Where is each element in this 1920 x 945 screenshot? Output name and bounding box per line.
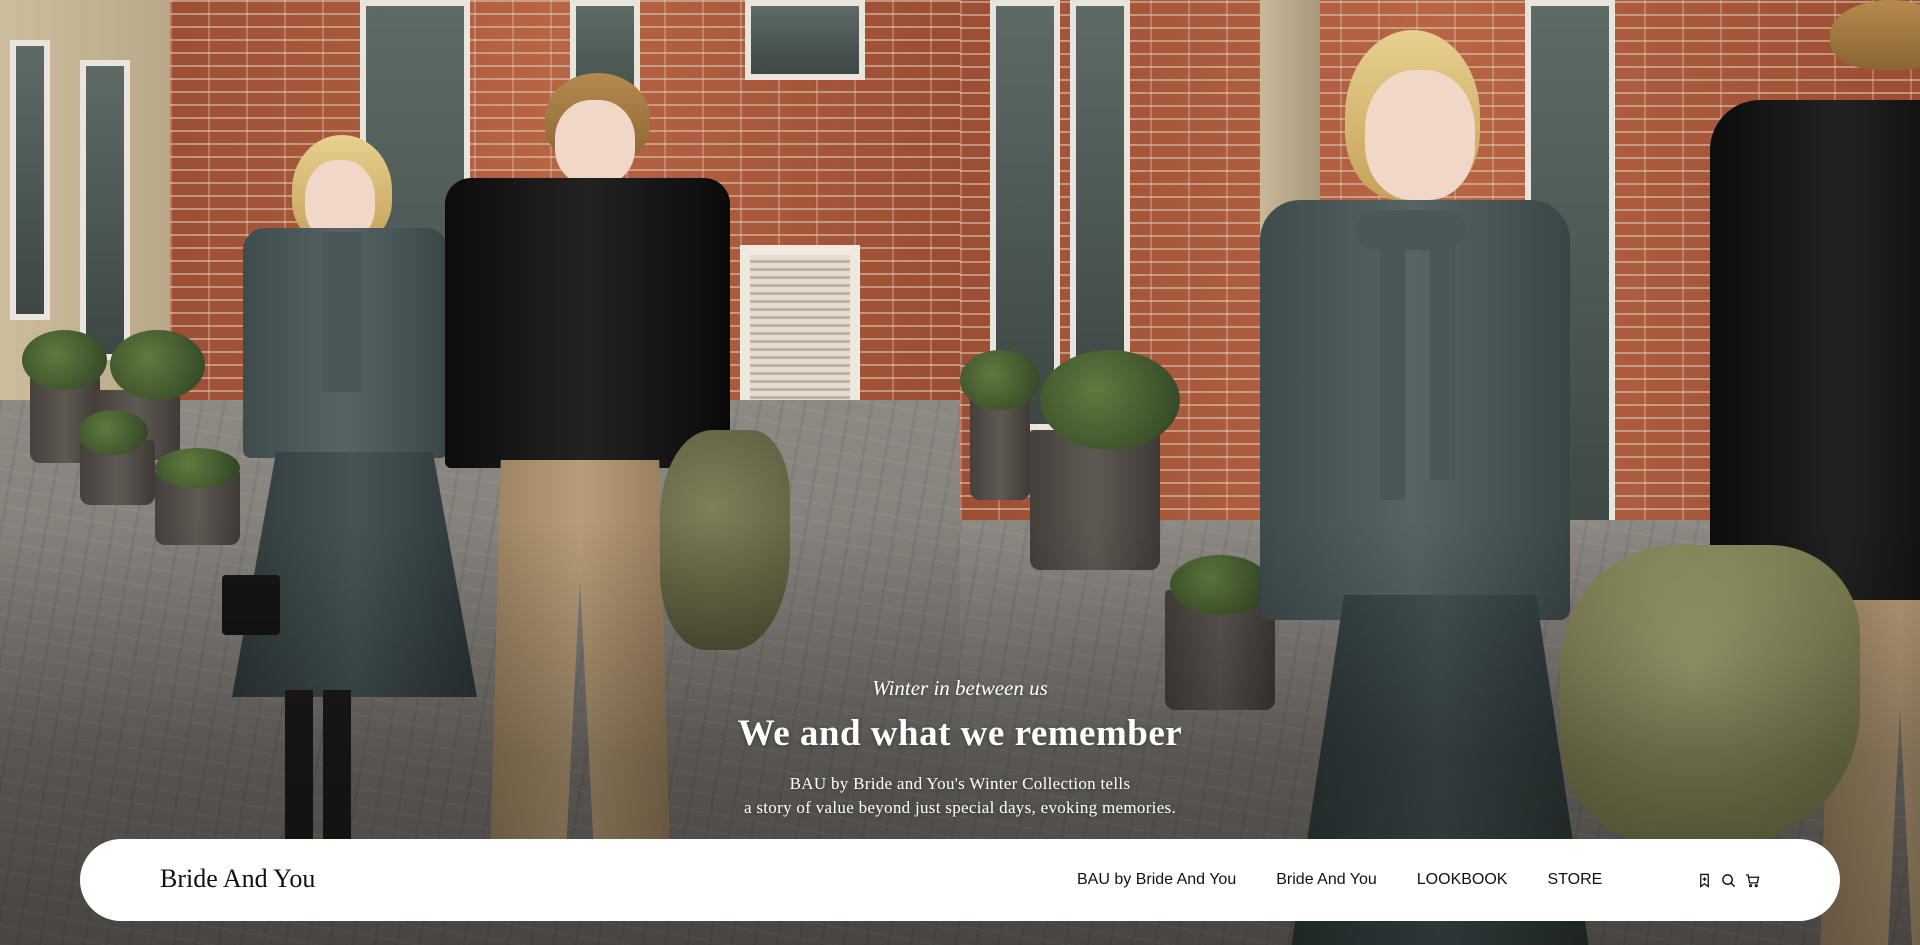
nav-link-bride-and-you[interactable]: Bride And You (1276, 871, 1377, 889)
main-navbar: Bride And You BAU by Bride And You Bride… (80, 839, 1840, 921)
nav-link-bau[interactable]: BAU by Bride And You (1077, 871, 1236, 889)
nav-links: BAU by Bride And You Bride And You LOOKB… (1077, 839, 1642, 921)
cart-icon[interactable] (1743, 871, 1761, 889)
nav-link-lookbook[interactable]: LOOKBOOK (1417, 871, 1508, 889)
nav-link-store[interactable]: STORE (1547, 871, 1602, 889)
hero-copy: Winter in between us We and what we reme… (560, 674, 1360, 820)
hero-description: BAU by Bride and You's Winter Collection… (560, 772, 1360, 820)
nav-icon-group (1695, 839, 1767, 921)
hero-eyebrow: Winter in between us (872, 676, 1048, 700)
bookmark-icon[interactable] (1695, 871, 1713, 889)
brand-logo[interactable]: Bride And You (160, 859, 315, 899)
hero-description-line-2: a story of value beyond just special day… (743, 798, 1177, 817)
search-icon[interactable] (1719, 871, 1737, 889)
hero-description-line-1: BAU by Bride and You's Winter Collection… (789, 774, 1131, 793)
hero-title: We and what we remember (737, 713, 1183, 754)
